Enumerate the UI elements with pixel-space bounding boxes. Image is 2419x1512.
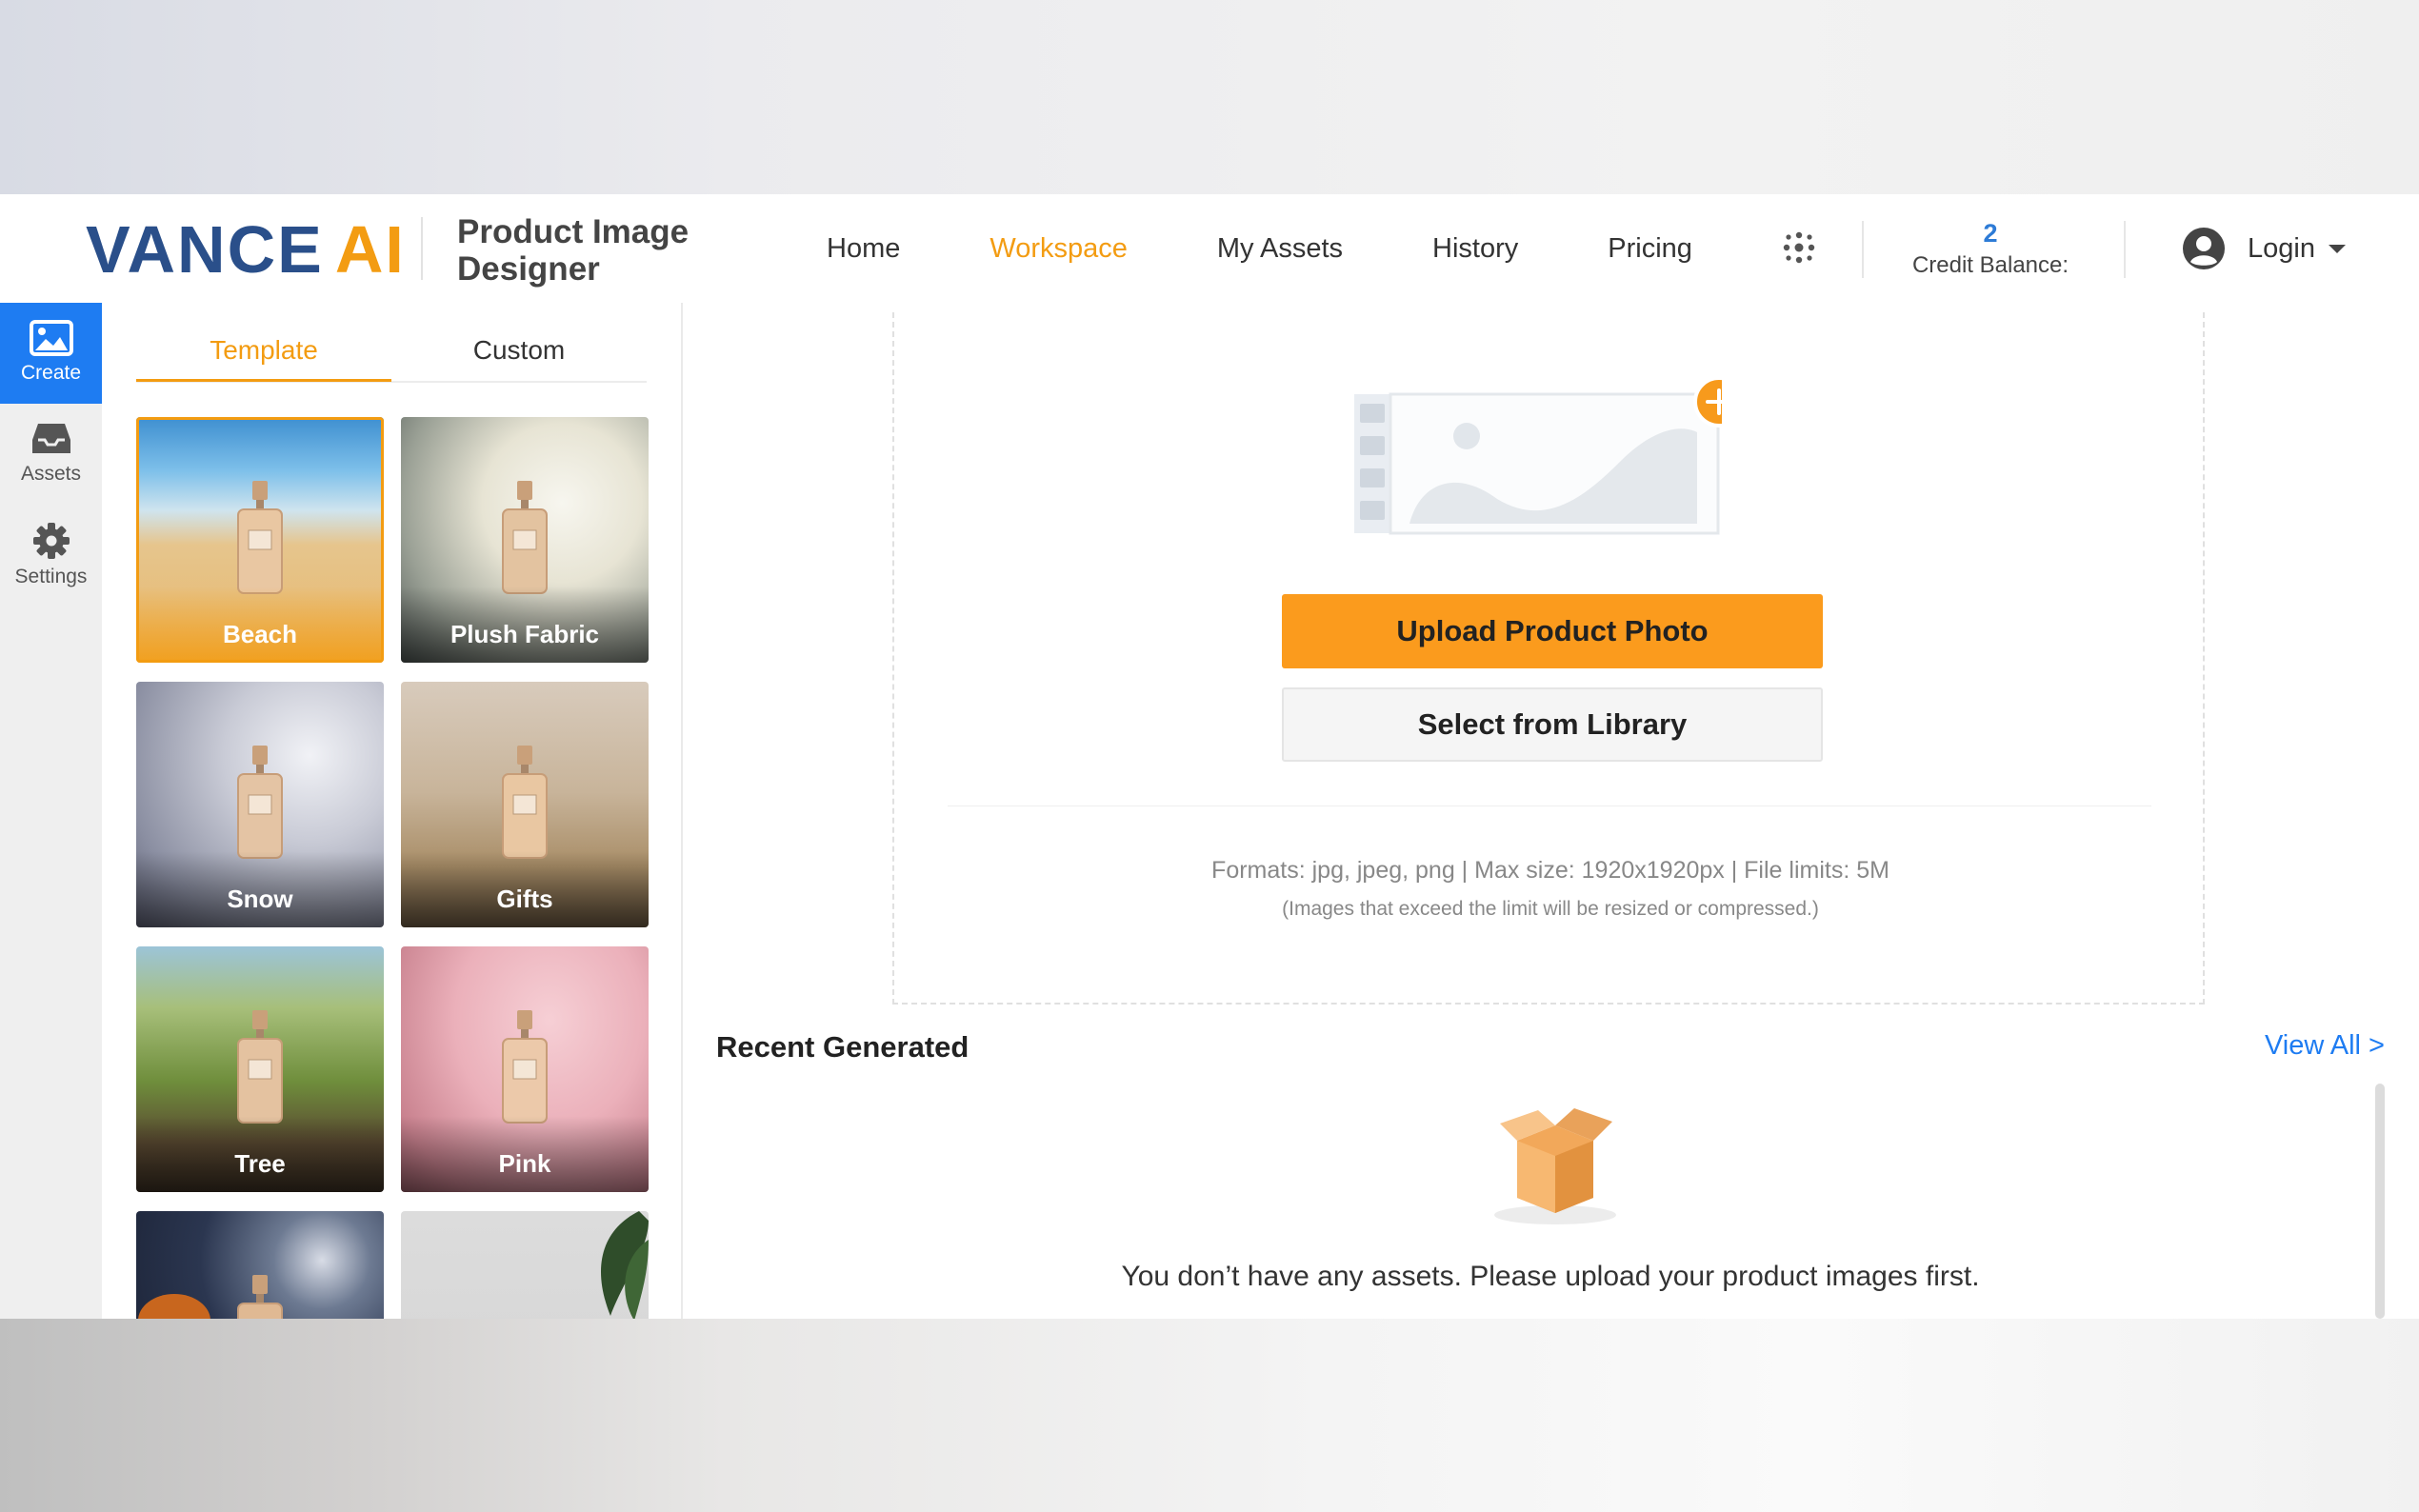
workspace-main: Upload Product Photo Select from Library… xyxy=(683,303,2419,1319)
rail-item-settings[interactable]: Settings xyxy=(0,505,102,606)
login-menu[interactable]: Login xyxy=(2181,223,2346,274)
template-card-plush-fabric[interactable]: Plush Fabric xyxy=(401,417,649,663)
credit-balance-value: 2 xyxy=(1983,219,1998,248)
background-bottom xyxy=(0,1319,2419,1512)
rail-label-assets: Assets xyxy=(20,463,82,485)
top-header: VANCE AI Product Image Designer Home Work… xyxy=(0,194,2419,306)
rail-item-create[interactable]: Create xyxy=(0,303,102,404)
tab-custom[interactable]: Custom xyxy=(391,335,647,366)
credit-balance: 2 Credit Balance: xyxy=(1867,217,2114,282)
logo-text-vance: VANCE xyxy=(86,212,324,287)
main-nav: Home Workspace My Assets History Pricing xyxy=(827,194,1782,303)
nav-my-assets[interactable]: My Assets xyxy=(1217,233,1343,265)
template-card-snow[interactable]: Snow xyxy=(136,682,384,927)
template-tabs: Template Custom xyxy=(136,328,647,383)
rail-label-settings: Settings xyxy=(14,566,88,587)
template-card-plant[interactable] xyxy=(401,1211,649,1319)
background-top xyxy=(0,0,2419,194)
perfume-bottle-image xyxy=(237,1010,283,1124)
image-placeholder-icon xyxy=(1354,376,1722,535)
perfume-bottle-image xyxy=(502,1010,548,1124)
active-tab-underline xyxy=(136,379,391,382)
vanceai-logo[interactable]: VANCE AI xyxy=(86,211,406,288)
inbox-icon xyxy=(31,424,70,453)
pumpkin-image xyxy=(138,1294,210,1319)
user-avatar-icon xyxy=(2183,228,2225,269)
chevron-down-icon xyxy=(2328,244,2346,253)
logo-text-ai: AI xyxy=(334,212,406,287)
upload-limit-note: (Images that exceed the limit will be re… xyxy=(1282,898,1819,920)
view-all-link[interactable]: View All > xyxy=(2265,1030,2385,1062)
nav-home[interactable]: Home xyxy=(827,233,900,265)
product-title: Product Image Designer xyxy=(457,213,690,288)
rail-label-create: Create xyxy=(20,362,82,384)
template-card-night[interactable] xyxy=(136,1211,384,1319)
apps-grid-icon[interactable] xyxy=(1781,229,1817,266)
left-rail: Create Assets Settings xyxy=(0,303,102,1319)
login-label: Login xyxy=(2248,232,2315,264)
nav-pricing[interactable]: Pricing xyxy=(1608,233,1692,265)
app-window: VANCE AI Product Image Designer Home Work… xyxy=(0,194,2419,1319)
upload-formats-info: Formats: jpg, jpeg, png | Max size: 1920… xyxy=(1211,857,1889,884)
rail-item-assets[interactable]: Assets xyxy=(0,404,102,505)
perfume-bottle-image xyxy=(502,481,548,594)
template-card-tree[interactable]: Tree xyxy=(136,946,384,1192)
credit-divider-right xyxy=(2124,221,2126,278)
template-card-pink[interactable]: Pink xyxy=(401,946,649,1192)
perfume-bottle-image xyxy=(237,746,283,859)
template-panel: Template Custom Beach Plush Fabric Snow xyxy=(102,303,778,1319)
perfume-bottle-image xyxy=(237,1275,283,1319)
upload-product-photo-button[interactable]: Upload Product Photo xyxy=(1282,594,1823,668)
select-from-library-button[interactable]: Select from Library xyxy=(1282,687,1823,762)
template-name: Gifts xyxy=(496,885,553,913)
plant-leaves-image xyxy=(601,1211,649,1319)
template-name: Pink xyxy=(498,1149,551,1178)
template-name: Plush Fabric xyxy=(450,620,600,648)
tab-template[interactable]: Template xyxy=(136,335,391,366)
template-name: Snow xyxy=(227,885,293,913)
template-card-beach[interactable]: Beach xyxy=(136,417,384,663)
template-card-gifts[interactable]: Gifts xyxy=(401,682,649,927)
perfume-bottle-image xyxy=(502,746,548,859)
logo-divider xyxy=(421,217,423,280)
image-icon xyxy=(29,320,73,356)
nav-workspace[interactable]: Workspace xyxy=(990,233,1128,265)
empty-assets-message: You don’t have any assets. Please upload… xyxy=(1121,1261,1980,1292)
credit-balance-label: Credit Balance: xyxy=(1911,252,2069,278)
perfume-bottle-image xyxy=(237,481,283,594)
recent-generated-title: Recent Generated xyxy=(716,1030,970,1064)
template-name: Beach xyxy=(222,620,298,648)
credit-divider-left xyxy=(1862,221,1864,278)
empty-box-icon xyxy=(1494,1108,1616,1224)
template-name: Tree xyxy=(234,1149,286,1178)
gear-icon xyxy=(32,523,70,559)
nav-history[interactable]: History xyxy=(1432,233,1518,265)
